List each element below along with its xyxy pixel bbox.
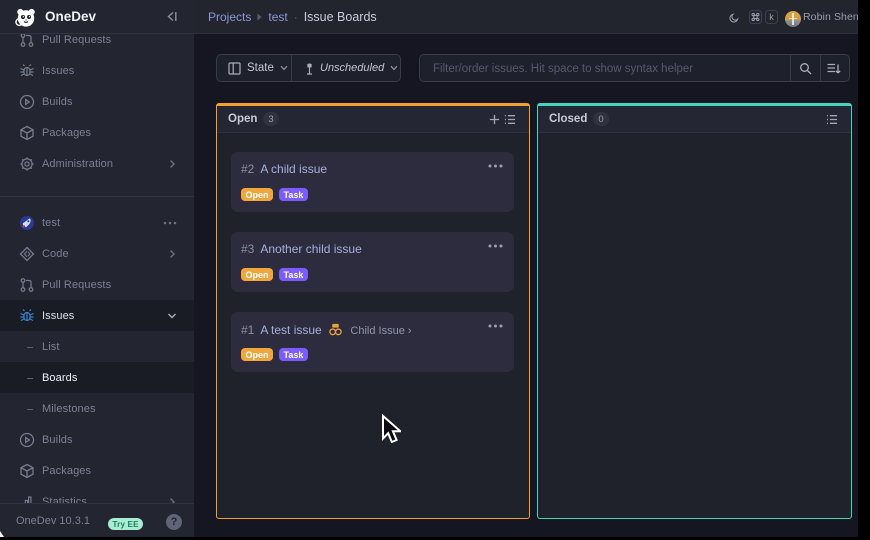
- svg-text:k: k: [769, 12, 774, 22]
